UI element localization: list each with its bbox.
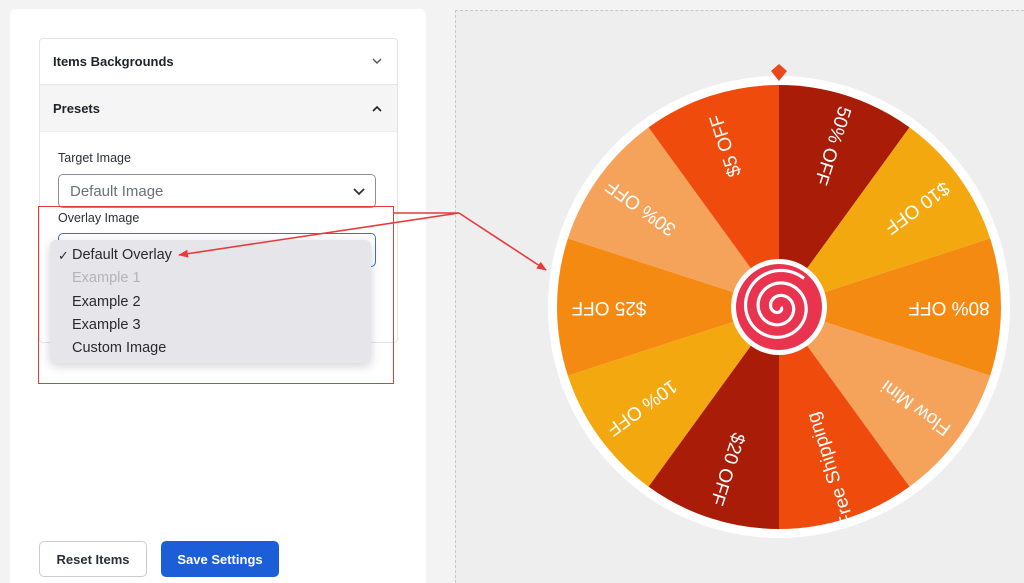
wheel-segment-label: $25 OFF bbox=[572, 297, 647, 318]
annotation-arrow-left bbox=[178, 212, 460, 258]
wheel-preview: 50% OFF$10 OFF80% OFFFlow MiniFree Shipp… bbox=[178, 64, 1010, 538]
wheel-center-icon bbox=[731, 259, 827, 355]
wheel-segment-label: 80% OFF bbox=[908, 297, 989, 318]
annotation-arrow-right bbox=[458, 212, 547, 271]
